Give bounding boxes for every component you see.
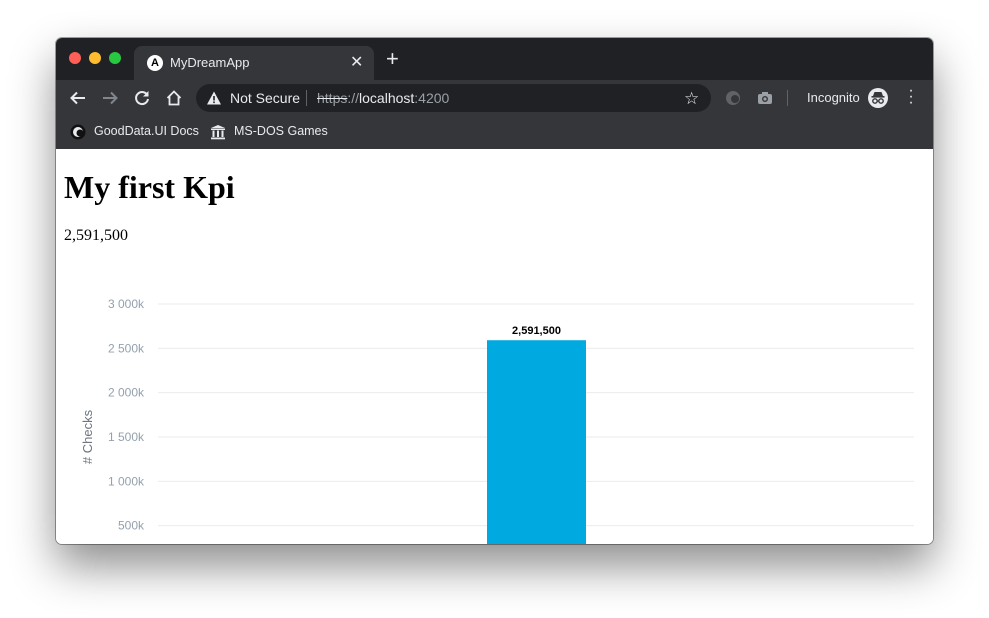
tab-mydreamapp[interactable]: A MyDreamApp ✕ bbox=[134, 46, 374, 80]
security-status-text[interactable]: Not Secure bbox=[230, 90, 300, 106]
angular-favicon-icon: A bbox=[147, 55, 163, 71]
new-tab-button[interactable]: + bbox=[386, 48, 399, 70]
tab-title: MyDreamApp bbox=[170, 55, 250, 70]
close-window-button[interactable] bbox=[69, 52, 81, 64]
y-tick-label: 1 000k bbox=[108, 474, 145, 488]
bookmarks-bar: GoodData.UI Docs MS-DOS Games bbox=[56, 116, 933, 149]
browser-window: A MyDreamApp ✕ + Not Secure https://loca… bbox=[56, 38, 933, 544]
url-scheme: https bbox=[317, 90, 348, 106]
gooddata-icon bbox=[70, 124, 86, 140]
bookmark-label: MS-DOS Games bbox=[234, 124, 328, 138]
bar bbox=[487, 340, 586, 544]
bookmark-star-icon[interactable]: ☆ bbox=[684, 89, 699, 109]
camera-icon[interactable] bbox=[757, 90, 773, 106]
url-host: localhost bbox=[359, 90, 415, 106]
toolbar-divider bbox=[787, 90, 788, 106]
browser-menu-icon[interactable]: · · · bbox=[907, 83, 915, 111]
y-tick-label: 500k bbox=[118, 519, 145, 533]
back-arrow-icon[interactable] bbox=[69, 89, 87, 107]
y-tick-label: 1 500k bbox=[108, 430, 145, 444]
url-separator: :// bbox=[347, 90, 360, 106]
url-text[interactable]: https://localhost:4200 bbox=[317, 90, 449, 106]
bookmark-ms-dos-games[interactable]: MS-DOS Games bbox=[210, 122, 330, 142]
y-axis-label: # Checks bbox=[80, 409, 95, 464]
bar-chart: 0500k1 000k1 500k2 000k2 500k3 000k# Che… bbox=[80, 297, 914, 544]
warning-icon[interactable] bbox=[206, 90, 222, 111]
y-tick-label: 2 000k bbox=[108, 386, 145, 400]
maximize-window-button[interactable] bbox=[109, 52, 121, 64]
y-tick-label: 3 000k bbox=[108, 297, 145, 311]
address-bar[interactable]: Not Secure https://localhost:4200 ☆ bbox=[196, 84, 711, 112]
bookmark-gooddata-docs[interactable]: GoodData.UI Docs bbox=[70, 122, 200, 142]
data-label: 2,591,500 bbox=[512, 325, 561, 337]
minimize-window-button[interactable] bbox=[89, 52, 101, 64]
extension-icon[interactable] bbox=[725, 90, 741, 106]
browser-toolbar: Not Secure https://localhost:4200 ☆ Inco… bbox=[56, 80, 933, 116]
address-divider bbox=[306, 90, 307, 106]
y-tick-label: 2 500k bbox=[108, 341, 145, 355]
forward-arrow-icon[interactable] bbox=[101, 89, 119, 107]
page-content: My first Kpi 2,591,500 0500k1 000k1 500k… bbox=[56, 149, 933, 544]
title-bar: A MyDreamApp ✕ + bbox=[56, 38, 933, 80]
bookmark-label: GoodData.UI Docs bbox=[94, 124, 199, 138]
home-icon[interactable] bbox=[165, 89, 183, 107]
incognito-icon[interactable] bbox=[868, 88, 888, 108]
tab-close-icon[interactable]: ✕ bbox=[350, 52, 363, 72]
ms-dos-icon bbox=[210, 124, 226, 140]
reload-icon[interactable] bbox=[133, 89, 151, 107]
incognito-label[interactable]: Incognito bbox=[807, 90, 860, 105]
url-port: :4200 bbox=[414, 90, 450, 106]
